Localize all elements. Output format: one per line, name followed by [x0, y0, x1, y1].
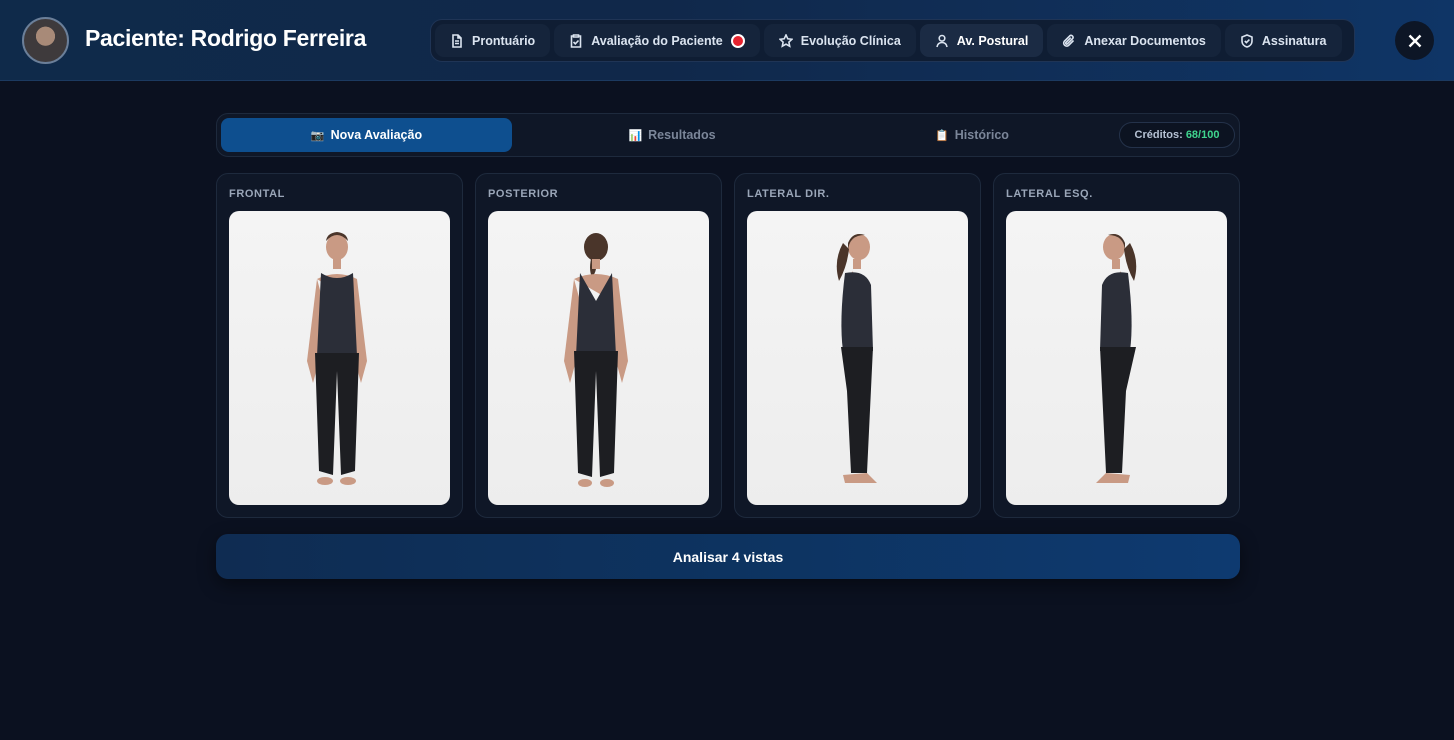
- credits-badge: Créditos: 68/100: [1119, 122, 1235, 148]
- figure-frontal-image: [307, 232, 367, 485]
- figure-lateral-esq-image: [1096, 234, 1137, 483]
- view-label: LATERAL ESQ.: [1006, 188, 1093, 200]
- view-card-frontal: FRONTAL: [216, 173, 463, 518]
- photo-frontal[interactable]: [229, 211, 450, 505]
- document-icon: [452, 33, 462, 48]
- tab-historico[interactable]: 📋 Histórico: [827, 118, 1117, 152]
- figure-lateral-dir-image: [836, 234, 877, 483]
- nav-av-postural[interactable]: Av. Postural: [919, 24, 1044, 57]
- nav-anexar-documentos[interactable]: Anexar Documentos: [1047, 24, 1221, 57]
- nav-evolucao-clinica[interactable]: Evolução Clínica: [763, 24, 916, 57]
- nav-avaliacao-paciente[interactable]: Avaliação do Paciente: [554, 24, 760, 57]
- view-card-lateral-esq: LATERAL ESQ.: [993, 173, 1240, 518]
- alert-dot: [730, 33, 745, 48]
- view-label: FRONTAL: [229, 188, 285, 200]
- star-icon: [778, 33, 793, 48]
- user-icon: [935, 34, 948, 47]
- camera-icon: 📷: [310, 129, 325, 142]
- view-label: POSTERIOR: [488, 188, 559, 200]
- view-label: LATERAL DIR.: [747, 188, 830, 200]
- paperclip-icon: [1063, 34, 1075, 47]
- photo-lateral-esq[interactable]: [1006, 211, 1227, 505]
- photo-posterior[interactable]: [488, 211, 709, 505]
- view-card-lateral-dir: LATERAL DIR.: [734, 173, 981, 518]
- assessment-tabs: 📷 Nova Avaliação 📊 Resultados 📋 Históric…: [216, 113, 1240, 157]
- analyze-button[interactable]: Analisar 4 vistas: [216, 534, 1240, 579]
- clipboard-icon: [570, 33, 582, 48]
- chart-icon: 📊: [628, 129, 643, 142]
- tab-nova-avaliacao[interactable]: 📷 Nova Avaliação: [221, 118, 512, 152]
- nav-prontuario[interactable]: Prontuário: [435, 24, 551, 57]
- photo-lateral-dir[interactable]: [747, 211, 968, 505]
- page-title: Paciente: Rodrigo Ferreira: [85, 25, 367, 51]
- main-nav: Prontuário Avaliação do Paciente Evoluçã…: [430, 19, 1355, 62]
- tab-resultados[interactable]: 📊 Resultados: [527, 118, 817, 152]
- shield-icon: [1241, 33, 1253, 48]
- top-header: Paciente: Rodrigo Ferreira Prontuário Av…: [0, 0, 1454, 81]
- clipboard-icon: 📋: [935, 129, 949, 142]
- close-icon: [1408, 34, 1421, 47]
- patient-avatar: [22, 17, 69, 64]
- view-card-posterior: POSTERIOR: [475, 173, 722, 518]
- figure-posterior-image: [564, 233, 628, 487]
- close-button[interactable]: [1395, 21, 1434, 60]
- nav-assinatura[interactable]: Assinatura: [1224, 24, 1342, 57]
